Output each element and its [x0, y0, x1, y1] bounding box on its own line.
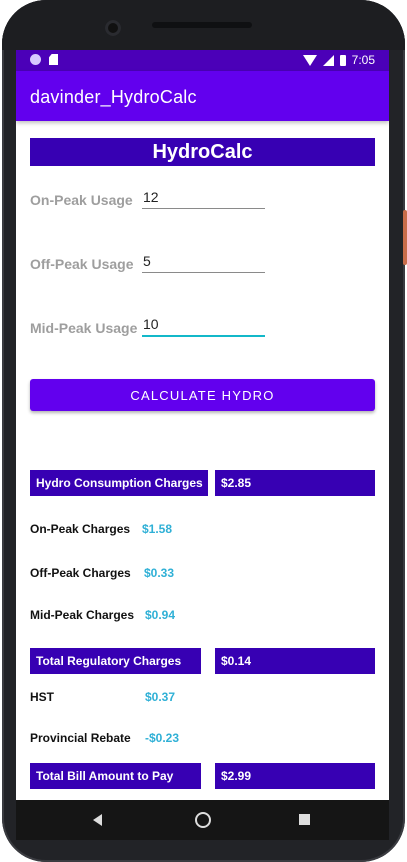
regulatory-charges-label: Total Regulatory Charges — [30, 648, 201, 674]
sd-card-icon — [49, 54, 58, 65]
consumption-charges-label: Hydro Consumption Charges — [30, 470, 208, 496]
status-time: 7:05 — [351, 53, 375, 67]
recent-apps-icon[interactable] — [299, 814, 310, 825]
wifi-icon — [302, 54, 317, 66]
side-button — [403, 210, 407, 265]
hst-value: $0.37 — [145, 690, 176, 704]
on-peak-charges-label: On-Peak Charges — [30, 522, 131, 536]
system-nav-bar — [16, 800, 389, 840]
app-title: davinder_HydroCalc — [30, 87, 197, 107]
on-peak-charges-value: $1.58 — [142, 522, 173, 536]
earpiece-speaker — [152, 22, 252, 28]
status-bar: 7:05 — [16, 50, 389, 71]
total-bill-label: Total Bill Amount to Pay — [30, 763, 201, 789]
on-peak-usage-input[interactable] — [142, 186, 265, 209]
mid-peak-charges-label: Mid-Peak Charges — [30, 608, 135, 622]
notification-dot-icon — [30, 54, 41, 65]
signal-icon — [322, 54, 334, 66]
home-icon[interactable] — [195, 812, 211, 828]
mid-peak-usage-input[interactable] — [142, 313, 265, 337]
hst-label: HST — [30, 690, 54, 704]
battery-icon — [339, 54, 346, 66]
front-camera — [105, 20, 121, 36]
provincial-rebate-label: Provincial Rebate — [30, 731, 131, 745]
regulatory-charges-value: $0.14 — [215, 648, 375, 674]
app-bar: davinder_HydroCalc — [16, 71, 389, 121]
off-peak-usage-input[interactable] — [142, 250, 265, 273]
provincial-rebate-value: -$0.23 — [145, 731, 180, 745]
page-title: HydroCalc — [30, 138, 375, 166]
mid-peak-usage-label: Mid-Peak Usage — [30, 320, 138, 336]
off-peak-usage-label: Off-Peak Usage — [30, 256, 134, 272]
off-peak-charges-value: $0.33 — [144, 566, 175, 580]
mid-peak-charges-value: $0.94 — [145, 608, 176, 622]
on-peak-usage-label: On-Peak Usage — [30, 192, 133, 208]
calculate-hydro-button[interactable]: CALCULATE HYDRO — [30, 379, 375, 411]
back-icon[interactable] — [93, 814, 102, 826]
app-screen: 7:05 davinder_HydroCalc HydroCalc On-Pea… — [16, 50, 389, 800]
consumption-charges-value: $2.85 — [215, 470, 375, 496]
phone-top-bezel — [2, 0, 405, 50]
off-peak-charges-label: Off-Peak Charges — [30, 566, 131, 580]
total-bill-value: $2.99 — [215, 763, 375, 789]
